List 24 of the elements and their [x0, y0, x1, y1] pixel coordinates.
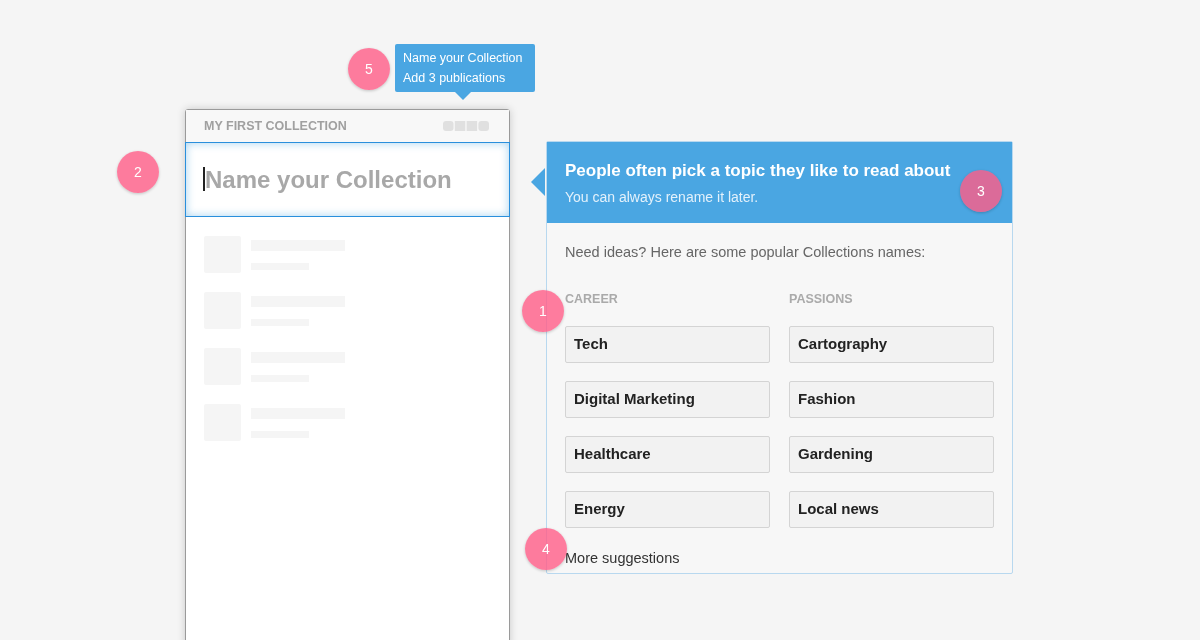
suggestion-button[interactable]: Digital Marketing: [565, 380, 770, 418]
suggestion-button[interactable]: Local news: [789, 490, 994, 528]
panel-title: MY FIRST COLLECTION: [204, 117, 347, 135]
suggestion-button[interactable]: Healthcare: [565, 435, 770, 473]
suggestion-button[interactable]: Energy: [565, 490, 770, 528]
name-field[interactable]: Name your Collection: [185, 142, 510, 217]
tooltip-text: Name your Collection: [403, 50, 524, 67]
progress-segments-icon: [443, 121, 489, 131]
card-title: People often pick a topic they like to read about: [565, 160, 952, 182]
step-marker: 2: [117, 151, 159, 193]
text-cursor: [203, 167, 205, 191]
step-marker: 1: [522, 290, 564, 332]
card-subtitle: You can always rename it later.: [565, 188, 759, 205]
suggestion-button[interactable]: Tech: [565, 325, 770, 363]
tooltip-text: Add 3 publications: [403, 70, 507, 87]
group-heading: PASSIONS: [789, 290, 854, 308]
step-marker: 4: [525, 528, 567, 570]
suggestion-button[interactable]: Cartography: [789, 325, 994, 363]
suggestion-button[interactable]: Fashion: [789, 380, 994, 418]
intro-text: Need ideas? Here are some popular Collections names:: [565, 243, 927, 262]
more-suggestions-link[interactable]: More suggestions: [565, 549, 680, 566]
group-heading: CAREER: [565, 290, 619, 308]
suggestion-button[interactable]: Gardening: [789, 435, 994, 473]
step-marker: 5: [348, 48, 390, 90]
